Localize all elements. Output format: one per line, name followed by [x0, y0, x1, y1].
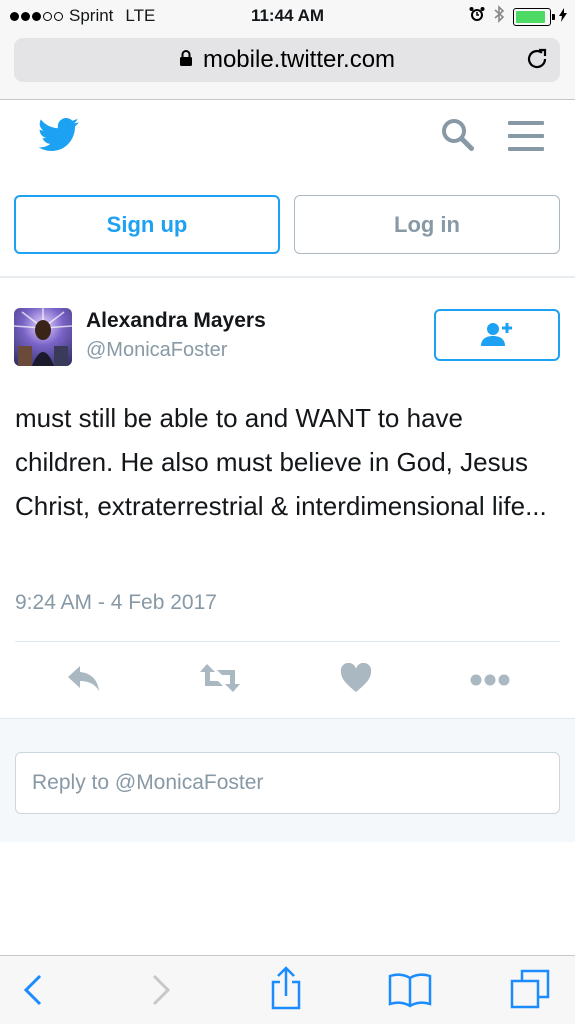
bluetooth-icon: [493, 5, 505, 28]
alarm-icon: [469, 6, 485, 27]
twitter-bird-icon[interactable]: [38, 117, 80, 157]
follow-button[interactable]: [434, 309, 560, 361]
tweet-card: Alexandra Mayers @MonicaFoster must stil…: [0, 278, 575, 718]
avatar[interactable]: [14, 308, 72, 366]
share-icon[interactable]: [270, 966, 302, 1015]
like-icon[interactable]: [340, 662, 372, 698]
tweet-text: must still be able to and WANT to have c…: [15, 403, 547, 521]
reply-input[interactable]: [15, 752, 560, 814]
follow-user-icon: [480, 321, 514, 350]
charging-icon: [559, 7, 567, 27]
browser-toolbar: mobile.twitter.com: [0, 32, 575, 100]
signup-button[interactable]: Sign up: [14, 195, 280, 254]
url-text: mobile.twitter.com: [202, 46, 396, 73]
lock-icon: [179, 46, 193, 74]
twitter-header: [0, 101, 575, 181]
more-icon[interactable]: [470, 673, 510, 692]
search-icon[interactable]: [440, 117, 476, 158]
browser-bottom-toolbar: [0, 955, 575, 1024]
login-button[interactable]: Log in: [294, 195, 560, 254]
status-bar: Sprint LTE 11:44 AM: [0, 0, 575, 32]
bookmarks-icon[interactable]: [388, 972, 432, 1013]
battery-icon: [513, 7, 555, 26]
tabs-icon[interactable]: [510, 969, 550, 1014]
hamburger-menu-icon[interactable]: [508, 121, 544, 156]
back-icon[interactable]: [22, 972, 44, 1013]
retweet-icon[interactable]: [199, 663, 241, 698]
tweet-timestamp[interactable]: 9:24 AM - 4 Feb 2017: [15, 591, 217, 615]
reply-section: [0, 718, 575, 842]
reload-icon[interactable]: [526, 47, 550, 80]
forward-icon[interactable]: [150, 972, 172, 1013]
divider: [15, 641, 560, 642]
user-display-name[interactable]: Alexandra Mayers: [86, 309, 266, 333]
user-handle[interactable]: @MonicaFoster: [86, 339, 227, 362]
reply-icon[interactable]: [66, 663, 102, 698]
address-bar[interactable]: mobile.twitter.com: [14, 38, 560, 82]
